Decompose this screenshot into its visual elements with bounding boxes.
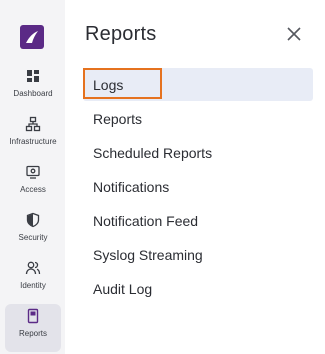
menu-item-scheduled-reports[interactable]: Scheduled Reports <box>83 136 313 169</box>
menu-item-audit-log[interactable]: Audit Log <box>83 272 313 305</box>
nav-item-dashboard[interactable]: Dashboard <box>5 64 61 112</box>
identity-icon <box>25 260 41 276</box>
menu-item-label: Syslog Streaming <box>93 246 203 263</box>
menu-item-label: Audit Log <box>93 280 153 297</box>
menu-item-notifications[interactable]: Notifications <box>83 170 313 203</box>
nav-label-dashboard: Dashboard <box>13 89 53 98</box>
dashboard-icon <box>25 68 41 84</box>
nav-label-access: Access <box>20 185 46 194</box>
app-logo[interactable] <box>20 25 44 49</box>
left-nav-rail: Dashboard Infrastructure Access Security… <box>0 0 65 354</box>
access-icon <box>25 164 41 180</box>
nav-item-identity[interactable]: Identity <box>5 256 61 304</box>
menu-item-label: Notifications <box>93 178 170 195</box>
nav-item-access[interactable]: Access <box>5 160 61 208</box>
infrastructure-icon <box>25 116 41 132</box>
reports-icon <box>25 308 41 324</box>
nav-item-reports[interactable]: Reports <box>5 304 61 352</box>
nav-item-security[interactable]: Security <box>5 208 61 256</box>
nav-label-infrastructure: Infrastructure <box>9 137 57 146</box>
security-icon <box>25 212 41 228</box>
menu-item-label: Logs <box>93 76 124 93</box>
panel-title: Reports <box>85 23 157 45</box>
nav-label-reports: Reports <box>18 329 47 338</box>
menu-item-label: Scheduled Reports <box>93 144 213 161</box>
nav-item-infrastructure[interactable]: Infrastructure <box>5 112 61 160</box>
close-icon <box>287 27 301 41</box>
menu-item-label: Reports <box>93 110 143 127</box>
logo-icon <box>26 31 38 43</box>
menu-item-logs[interactable]: Logs <box>83 68 313 101</box>
menu-item-label: Notification Feed <box>93 212 199 229</box>
menu-item-notification-feed[interactable]: Notification Feed <box>83 204 313 237</box>
close-button[interactable] <box>284 24 304 44</box>
nav-label-identity: Identity <box>20 281 46 290</box>
menu-item-syslog-streaming[interactable]: Syslog Streaming <box>83 238 313 271</box>
nav-label-security: Security <box>18 233 48 242</box>
menu-item-reports[interactable]: Reports <box>83 102 313 135</box>
